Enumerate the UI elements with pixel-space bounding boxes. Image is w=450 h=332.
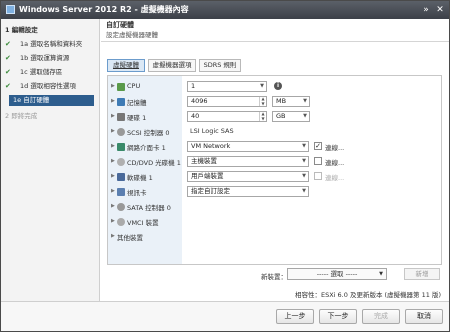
- info-icon[interactable]: i: [274, 82, 282, 90]
- hard-disk-icon: [117, 113, 125, 121]
- nic-connect-checkbox[interactable]: ✓: [314, 142, 322, 150]
- cpu-icon: [117, 83, 125, 91]
- memory-input[interactable]: 4096 ▲ ▼: [187, 96, 267, 107]
- dialog-window: Windows Server 2012 R2 - 虛擬機器內容 » ✕ 1 編輯…: [0, 0, 450, 332]
- expand-arrow-icon[interactable]: ▶: [111, 128, 115, 134]
- expand-arrow-icon[interactable]: ▶: [111, 218, 115, 224]
- expand-arrow-icon[interactable]: ▶: [111, 98, 115, 104]
- expand-arrow-icon[interactable]: ▶: [111, 83, 115, 89]
- disk-size-input[interactable]: 40 ▲ ▼: [187, 111, 267, 122]
- floppy-label: 軟碟機 1: [127, 174, 153, 182]
- vmci-label: VMCI 裝置: [127, 219, 159, 227]
- hw-row-vmci: ▶ VMCI 裝置: [108, 215, 441, 229]
- expand-arrow-icon[interactable]: ▶: [111, 158, 115, 164]
- hw-row-disk: ▶ 硬碟 1 40 ▲ ▼ GB ▼: [108, 110, 441, 124]
- scsi-value: LSI Logic SAS: [190, 127, 234, 135]
- video-label: 視訊卡: [127, 189, 147, 197]
- step-1b[interactable]: ✔ 1b 選取運算資源: [1, 53, 99, 64]
- check-icon: ✔: [5, 82, 11, 90]
- check-icon: ✔: [5, 68, 11, 76]
- sata-controller-icon: [117, 203, 125, 211]
- memory-unit-select[interactable]: MB ▼: [272, 96, 310, 107]
- hw-row-other: ▶ 其他裝置: [108, 230, 441, 244]
- disk-unit-select[interactable]: GB ▼: [272, 111, 310, 122]
- expand-arrow-icon[interactable]: ▶: [111, 233, 115, 239]
- step-1c[interactable]: ✔ 1c 選取儲存區: [1, 67, 99, 78]
- memory-label: 記憶體: [127, 99, 147, 107]
- hw-row-video: ▶ 視訊卡 指定自訂設定 ▼: [108, 185, 441, 199]
- network-select[interactable]: VM Network ▼: [187, 141, 309, 152]
- expand-arrow-icon[interactable]: ▶: [111, 113, 115, 119]
- expand-arrow-icon[interactable]: ▶: [111, 188, 115, 194]
- vm-icon: [6, 5, 15, 14]
- main-content: 自訂硬體 設定虛擬機器硬體 虛擬硬體 虛擬機器選項 SDRS 規則 ▶ CPU …: [101, 19, 449, 301]
- check-icon: ✔: [5, 54, 11, 62]
- back-button[interactable]: 上一步: [276, 309, 314, 324]
- finish-button[interactable]: 完成: [362, 309, 400, 324]
- hw-row-floppy: ▶ 軟碟機 1 用戶端裝置 ▼ 連線...: [108, 170, 441, 184]
- floppy-icon: [117, 173, 125, 181]
- new-device-select[interactable]: ----- 選取 ----- ▼: [287, 268, 387, 280]
- wizard-steps: 1 編輯設定 ✔ 1a 選取名稱和資料夾 ✔ 1b 選取運算資源 ✔ 1c 選取…: [1, 19, 100, 301]
- next-button[interactable]: 下一步: [319, 309, 357, 324]
- sata-label: SATA 控制器 0: [127, 204, 171, 212]
- nic-label: 網路介面卡 1: [127, 144, 166, 152]
- memory-icon: [117, 98, 125, 106]
- tab-vm-options[interactable]: 虛擬機器選項: [148, 59, 196, 72]
- cdrom-connect-checkbox[interactable]: [314, 157, 322, 165]
- floppy-select[interactable]: 用戶端裝置 ▼: [187, 171, 309, 182]
- window-title: Windows Server 2012 R2 - 虛擬機器內容: [19, 5, 189, 14]
- video-select[interactable]: 指定自訂設定 ▼: [187, 186, 309, 197]
- disk-label: 硬碟 1: [127, 114, 147, 122]
- step-1d[interactable]: ✔ 1d 選取相容性選項: [1, 81, 99, 92]
- nic-connect-label: 連線...: [325, 144, 345, 152]
- divider: [101, 41, 449, 42]
- close-icon[interactable]: ✕: [434, 4, 446, 16]
- hw-row-cpu: ▶ CPU 1 ▼ i: [108, 80, 441, 94]
- cancel-button[interactable]: 取消: [405, 309, 443, 324]
- title-bar: Windows Server 2012 R2 - 虛擬機器內容 » ✕: [1, 1, 449, 19]
- cdrom-label: CD/DVD 光碟機 1: [127, 159, 181, 167]
- hw-row-scsi: ▶ SCSI 控制器 0 LSI Logic SAS: [108, 125, 441, 139]
- compatibility-text: 相容性：ESXi 6.0 及更新版本 (虛擬機器第 11 版): [294, 291, 441, 299]
- cd-dvd-icon: [117, 158, 125, 166]
- hw-row-memory: ▶ 記憶體 4096 ▲ ▼ MB ▼: [108, 95, 441, 109]
- step-1e[interactable]: 1e 自訂硬體: [9, 95, 94, 106]
- check-icon: ✔: [5, 40, 11, 48]
- new-device-label: 新裝置：: [261, 273, 287, 281]
- cdrom-select[interactable]: 主機裝置 ▼: [187, 156, 309, 167]
- cpu-label: CPU: [127, 82, 141, 90]
- hardware-panel: ▶ CPU 1 ▼ i ▶ 記憶體 4096 ▲ ▼ MB ▼ ▶ 硬碟 1 40 ▲ ▼ …: [107, 75, 442, 265]
- expand-arrow-icon[interactable]: ▶: [111, 143, 115, 149]
- floppy-connect-label: 連線...: [325, 174, 345, 182]
- vmci-icon: [117, 218, 125, 226]
- scsi-controller-icon: [117, 128, 125, 136]
- tab-virtual-hardware[interactable]: 虛擬硬體: [107, 59, 145, 72]
- network-adapter-icon: [117, 143, 125, 151]
- expand-arrow-icon[interactable]: ▶: [111, 173, 115, 179]
- floppy-connect-checkbox[interactable]: [314, 172, 322, 180]
- hw-row-cdrom: ▶ CD/DVD 光碟機 1 主機裝置 ▼ 連線...: [108, 155, 441, 169]
- collapse-icon[interactable]: »: [420, 4, 432, 16]
- step-1[interactable]: 1 編輯設定: [1, 25, 99, 36]
- hw-row-nic: ▶ 網路介面卡 1 VM Network ▼ ✓ 連線...: [108, 140, 441, 154]
- expand-arrow-icon[interactable]: ▶: [111, 203, 115, 209]
- step-2[interactable]: 2 即將完成: [1, 111, 99, 122]
- cdrom-connect-label: 連線...: [325, 159, 345, 167]
- scsi-label: SCSI 控制器 0: [127, 129, 170, 137]
- hw-row-sata: ▶ SATA 控制器 0: [108, 200, 441, 214]
- cpu-select[interactable]: 1 ▼: [187, 81, 267, 92]
- page-subtitle: 設定虛擬機器硬體: [106, 31, 158, 39]
- footer-bar: 上一步 下一步 完成 取消: [1, 301, 449, 331]
- step-1a[interactable]: ✔ 1a 選取名稱和資料夾: [1, 39, 99, 50]
- add-device-button[interactable]: 新增: [404, 268, 440, 280]
- video-card-icon: [117, 188, 125, 196]
- other-devices-label: 其他裝置: [117, 234, 143, 242]
- tab-sdrs-rules[interactable]: SDRS 規則: [199, 59, 241, 72]
